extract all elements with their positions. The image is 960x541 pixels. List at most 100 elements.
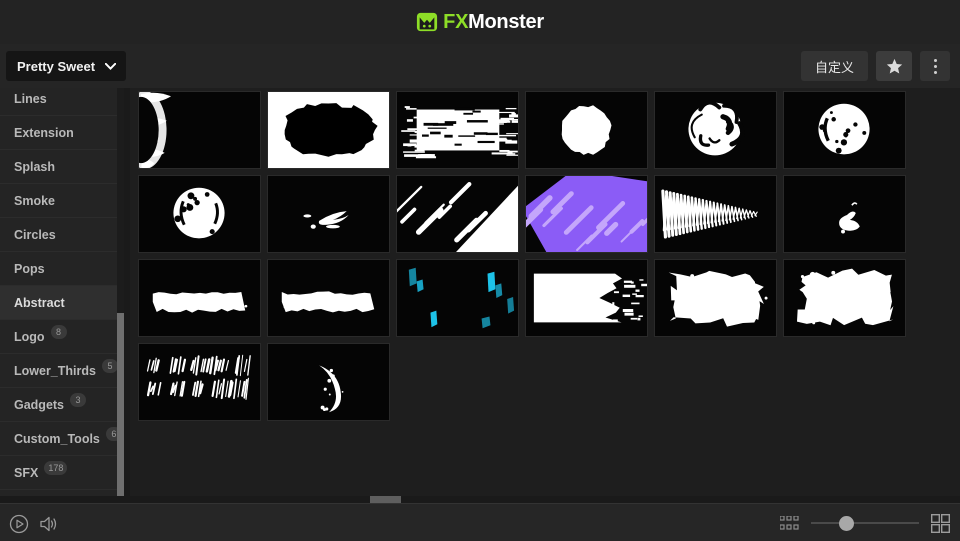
thumb-solid-circle[interactable] [525,91,648,169]
sidebar-item-label: Logo [14,329,45,344]
sidebar-item-abstract[interactable]: Abstract [0,286,124,320]
category-list: Lines Extension Splash Smoke Circles Pops Abst… [0,88,124,490]
sidebar-item-pops[interactable]: Pops [0,252,124,286]
sidebar-item-lines[interactable]: Lines [0,88,124,116]
thumb-swirl-circle[interactable] [654,91,777,169]
sidebar-item-label: Gadgets [14,397,65,412]
footer-bar [0,503,960,541]
view-controls [780,513,950,533]
zoom-slider[interactable] [811,513,919,533]
horizontal-scrollbar-track[interactable] [0,496,960,503]
customize-button[interactable]: 自定义 [800,51,868,81]
toolbar: Pretty Sweet Market 自定义 [0,44,960,122]
thumb-scribble-taper[interactable] [654,175,777,253]
thumb-torn-edge-block-art [526,260,647,336]
thumb-brush-bar-b-art [268,260,389,336]
brand-fx: FX [443,11,469,33]
app-window: FXMonster Pretty Sweet Market 自定义 [0,0,960,541]
sidebar-item-badge: 178 [44,460,68,475]
thumb-swirl-circle-art [655,92,776,168]
sidebar-item-logo[interactable]: Logo 8 [0,320,124,354]
zoom-slider-handle[interactable] [839,516,854,531]
app-logo: FXMonster [416,11,544,33]
thumb-splatter-rect-a[interactable] [654,259,777,337]
asset-grid [138,91,960,421]
sidebar-item-badge: 3 [70,392,87,407]
thumb-scribble-rows[interactable] [138,343,261,421]
customize-label: 自定义 [814,59,854,75]
thumb-brush-bar-a[interactable] [138,259,261,337]
thumb-torn-edge-block[interactable] [525,259,648,337]
sidebar-item-splash[interactable]: Splash [0,150,124,184]
thumb-splatter-rect-a-art [655,260,776,336]
sidebar-item-label: Abstract [14,295,65,310]
thumb-crescent-swipe-art [268,344,389,420]
playback-controls [8,513,60,535]
thumb-smear-wisp[interactable] [267,175,390,253]
sidebar-scrollbar-thumb[interactable] [117,313,124,501]
favorites-button[interactable] [876,51,912,81]
thumb-smear-wisp-art [268,176,389,252]
thumb-dotted-ring-art [784,92,905,168]
thumb-rough-circle[interactable] [138,175,261,253]
sidebar-item-label: Circles [14,227,56,242]
grid-large-icon[interactable] [931,513,950,533]
thumb-splatter-rect-b-art [784,260,905,336]
thumb-solid-circle-art [526,92,647,168]
thumb-purple-streaks[interactable] [525,175,648,253]
volume-icon[interactable] [38,513,60,535]
body-area: Lines Extension Splash Smoke Circles Pops Abst… [0,88,960,541]
sidebar-item-smoke[interactable]: Smoke [0,184,124,218]
horizontal-scrollbar-thumb[interactable] [370,496,401,503]
thumb-ink-blob-inverted[interactable] [267,91,390,169]
monster-m-icon [417,12,438,32]
sidebar-item-label: SFX [14,465,39,480]
thumb-brush-strokes-left-art [139,92,260,168]
sidebar-item-label: Lower_Thirds [14,363,96,378]
thumb-brush-strokes-left[interactable] [138,91,261,169]
sidebar-item-label: Splash [14,159,55,174]
sidebar-item-badge: 8 [50,324,67,339]
zoom-slider-rail [811,522,919,524]
project-name-label: Pretty Sweet [17,58,96,74]
star-icon [886,58,902,73]
sidebar-item-custom_tools[interactable]: Custom_Tools 6 [0,422,124,456]
category-sidebar: Lines Extension Splash Smoke Circles Pops Abst… [0,88,124,501]
brand-text: FXMonster [443,12,544,32]
thumb-small-splat[interactable] [783,175,906,253]
sidebar-item-label: Lines [14,91,47,106]
sidebar-item-label: Smoke [14,193,55,208]
sidebar-item-circles[interactable]: Circles [0,218,124,252]
chevron-down-icon [105,62,117,70]
thumb-crescent-swipe[interactable] [267,343,390,421]
thumb-small-splat-art [784,176,905,252]
sidebar-item-extension[interactable]: Extension [0,116,124,150]
brand-monster: Monster [468,11,544,33]
sidebar-scrollbar-track[interactable] [117,88,124,501]
grid-small-icon[interactable] [780,515,799,531]
sidebar-item-gadgets[interactable]: Gadgets 3 [0,388,124,422]
thumb-rough-circle-art [139,176,260,252]
sidebar-item-sfx[interactable]: SFX 178 [0,456,124,490]
thumb-diagonal-slashes[interactable] [396,175,519,253]
play-circle-icon[interactable] [8,513,30,535]
sidebar-item-label: Custom_Tools [14,431,100,446]
sidebar-item-badge: 5 [101,358,118,373]
more-options-button[interactable] [920,51,950,81]
sidebar-item-label: Pops [14,261,45,276]
thumb-brush-bar-b[interactable] [267,259,390,337]
toolbar-actions: 自定义 [800,51,950,81]
thumb-brush-bar-a-art [139,260,260,336]
thumb-cyan-fragments-art [397,260,518,336]
thumb-purple-streaks-art [526,176,647,252]
thumb-cyan-fragments[interactable] [396,259,519,337]
more-vertical-icon [933,58,937,74]
thumb-dotted-ring[interactable] [783,91,906,169]
thumb-scribble-rows-art [139,344,260,420]
sidebar-item-lower_thirds[interactable]: Lower_Thirds 5 [0,354,124,388]
thumb-splatter-rect-b[interactable] [783,259,906,337]
project-dropdown[interactable]: Pretty Sweet [6,51,127,81]
thumb-ink-blob-inverted-art [268,92,389,168]
thumb-glitch-band-art [397,92,518,168]
thumb-glitch-band[interactable] [396,91,519,169]
